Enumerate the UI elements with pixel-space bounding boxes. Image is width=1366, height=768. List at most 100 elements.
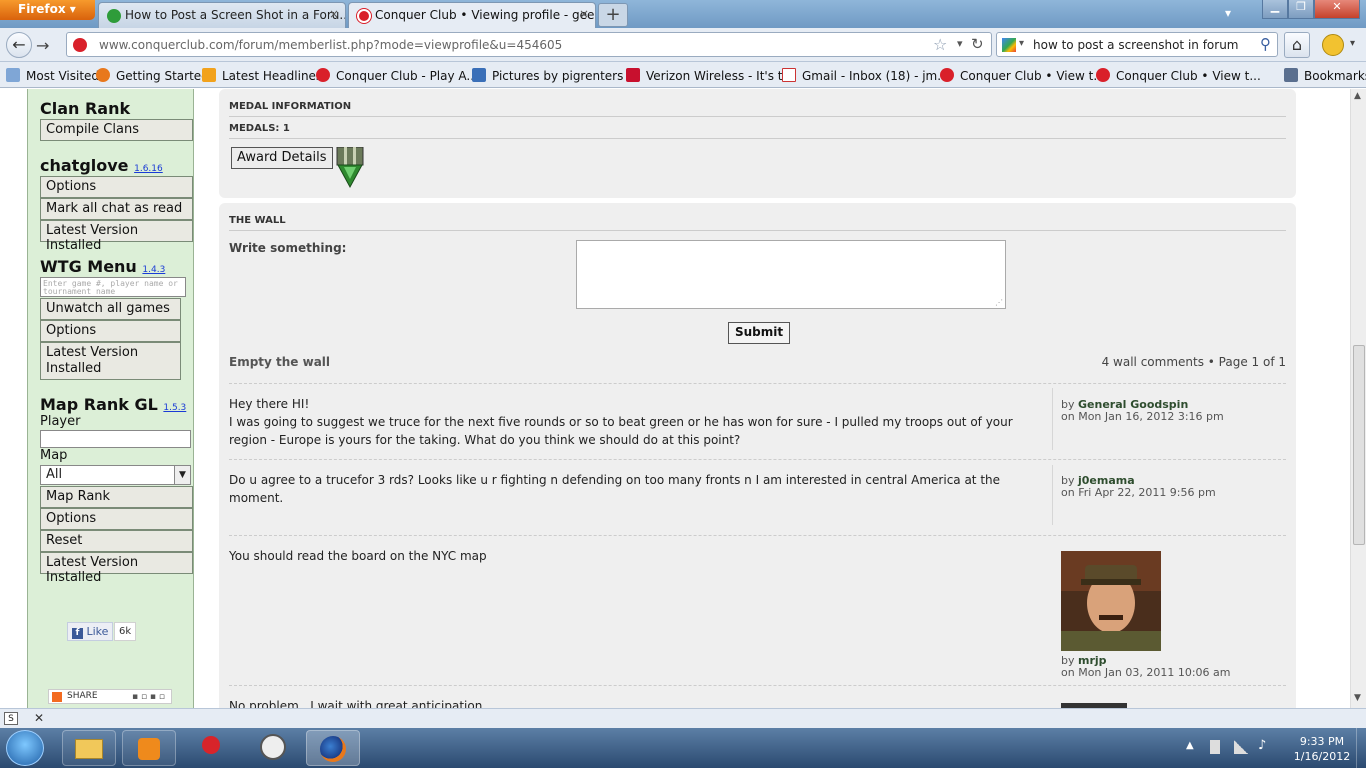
tab-close-icon[interactable]: × (329, 7, 339, 21)
start-button[interactable] (6, 730, 44, 766)
chatglove-options-button[interactable]: Options (40, 176, 193, 198)
bookmark-label: Conquer Club • View t... (960, 69, 1105, 83)
url-dropdown-icon[interactable]: ▾ (957, 37, 963, 50)
bookmark-conquer-club-view-1[interactable]: Conquer Club • View t... (940, 68, 1105, 83)
firefox-taskbar-button[interactable] (306, 730, 360, 766)
bookmark-label: Conquer Club - Play A... (336, 69, 478, 83)
unwatch-all-games-button[interactable]: Unwatch all games (40, 298, 181, 320)
map-rank-latest-version-button[interactable]: Latest Version Installed (40, 552, 193, 585)
wtg-search-input[interactable]: Enter game #, player name or tournament … (40, 277, 186, 297)
wtg-version-link[interactable]: 1.4.3 (142, 265, 165, 275)
back-button[interactable]: ← (6, 32, 32, 58)
submit-button[interactable]: Submit (728, 322, 791, 344)
site-identity-icon[interactable] (73, 38, 87, 52)
most-visited-icon (6, 68, 20, 82)
resize-grip-icon[interactable]: ⋰ (995, 298, 1003, 307)
comment-line: I was going to suggest we truce for the … (229, 415, 1013, 447)
volume-icon[interactable]: ♪ (1258, 738, 1266, 753)
bookmark-gmail[interactable]: Gmail - Inbox (18) - jm... (782, 68, 949, 83)
clock-time: 9:33 PM (1299, 735, 1345, 748)
system-clock[interactable]: 9:33 PM 1/16/2012 (1290, 734, 1354, 764)
tab-list-icon[interactable]: ▾ (1225, 6, 1231, 20)
conquer-club-icon (357, 9, 371, 23)
wtg-options-button[interactable]: Options (40, 320, 181, 342)
chatglove-latest-version-button[interactable]: Latest Version Installed (40, 220, 193, 253)
bookmark-latest-headlines[interactable]: Latest Headlines (202, 68, 322, 83)
map-rank-button[interactable]: Map Rank (40, 486, 193, 508)
chatglove-title: chatglove 1.6.16 (40, 156, 163, 175)
empty-wall-link[interactable]: Empty the wall (229, 355, 330, 369)
search-engine-dropdown-icon[interactable]: ▾ (1019, 38, 1024, 49)
new-tab-button[interactable]: + (598, 3, 628, 27)
search-icon[interactable]: ⚲ (1260, 35, 1271, 53)
bookmark-most-visited[interactable]: Most Visited (6, 68, 99, 83)
media-taskbar-button[interactable] (122, 730, 176, 766)
wall-message-textarea[interactable]: ⋰ (576, 240, 1006, 309)
bookmarks-menu[interactable]: Bookmarks (1284, 68, 1366, 83)
show-hidden-icons[interactable]: ▲ (1186, 740, 1194, 751)
award-details-button[interactable]: Award Details (231, 147, 333, 169)
share-button[interactable]: SHARE ▪ ▫ ▪ ▫ (48, 689, 172, 704)
map-rank-version-link[interactable]: 1.5.3 (163, 403, 186, 413)
chevron-down-icon[interactable]: ▼ (174, 466, 190, 484)
bookmark-label: Latest Headlines (222, 69, 323, 83)
divider (229, 685, 1286, 686)
mark-chat-read-button[interactable]: Mark all chat as read (40, 198, 193, 220)
show-desktop-button[interactable] (1356, 728, 1366, 768)
bookmark-conquer-club-view-2[interactable]: Conquer Club • View t... (1096, 68, 1261, 83)
comment-line: You should read the board on the NYC map (229, 549, 487, 563)
bookmark-conquer-club-play[interactable]: Conquer Club - Play A... (316, 68, 478, 83)
wall-comment: No problem...I wait with great anticipat… (229, 697, 1019, 708)
close-addon-bar-icon[interactable]: ✕ (34, 711, 44, 725)
pushpin-icon (202, 736, 220, 754)
player-input[interactable] (40, 430, 191, 448)
minimize-button[interactable]: ▁ (1262, 0, 1288, 19)
firefox-menu-button[interactable]: Firefox ▾ (0, 0, 95, 20)
share-services-icons: ▪ ▫ ▪ ▫ (132, 692, 165, 702)
maximize-button[interactable]: ❐ (1288, 0, 1314, 19)
reload-icon[interactable]: ↻ (971, 35, 984, 53)
network-icon[interactable] (1234, 740, 1248, 754)
explorer-taskbar-button[interactable] (62, 730, 116, 766)
addon-face-icon[interactable] (1322, 34, 1344, 56)
scroll-thumb[interactable] (1353, 345, 1365, 545)
bookmark-verizon[interactable]: Verizon Wireless - It's t... (626, 68, 794, 83)
tab-how-to-post[interactable]: How to Post a Screen Shot in a Foru... × (98, 2, 346, 28)
bookmark-star-icon[interactable]: ☆ (933, 35, 947, 54)
bookmark-pictures[interactable]: Pictures by pigrenters ... (472, 68, 639, 83)
reset-button[interactable]: Reset (40, 530, 193, 552)
search-bar[interactable]: ▾ how to post a screenshot in forum ⚲ (996, 32, 1278, 57)
scroll-down-arrow-icon[interactable]: ▼ (1354, 693, 1361, 703)
facebook-like-button[interactable]: f Like (67, 622, 114, 641)
compile-clans-button[interactable]: Compile Clans (40, 119, 193, 141)
bookmark-label: Verizon Wireless - It's t... (646, 69, 794, 83)
clock-app-taskbar-button[interactable] (246, 730, 300, 766)
search-input[interactable]: how to post a screenshot in forum (1033, 38, 1239, 52)
tab-conquer-club-profile[interactable]: Conquer Club • Viewing profile - gee... … (348, 2, 596, 28)
comment-date: on Mon Jan 16, 2012 3:16 pm (1061, 410, 1224, 423)
bookmark-getting-started[interactable]: Getting Started (96, 68, 209, 83)
comment-line: No problem...I wait with great anticipat… (229, 699, 483, 708)
user-avatar[interactable] (1061, 551, 1161, 651)
clan-rank-title: Clan Rank (40, 99, 131, 118)
url-text[interactable]: www.conquerclub.com/forum/memberlist.php… (99, 38, 562, 52)
close-window-button[interactable]: ✕ (1314, 0, 1360, 19)
page-scrollbar[interactable]: ▲ ▼ (1350, 89, 1366, 708)
divider (229, 138, 1286, 139)
action-center-icon[interactable] (1210, 740, 1220, 754)
wtg-latest-version-button[interactable]: Latest Version Installed (40, 342, 181, 380)
addon-dropdown-icon[interactable]: ▾ (1350, 38, 1355, 49)
pushpin-taskbar-button[interactable] (184, 730, 238, 766)
home-button[interactable]: ⌂ (1284, 32, 1310, 58)
forward-button[interactable]: → (36, 36, 49, 55)
medal-icon[interactable] (336, 147, 364, 189)
firefox-button-label: Firefox (18, 2, 66, 16)
addon-status-icon[interactable]: S (4, 712, 18, 725)
tab-close-icon[interactable]: × (579, 7, 589, 21)
url-bar[interactable]: www.conquerclub.com/forum/memberlist.php… (66, 32, 992, 57)
google-icon[interactable] (1002, 38, 1016, 52)
map-select[interactable]: All ▼ (40, 465, 191, 485)
map-rank-options-button[interactable]: Options (40, 508, 193, 530)
scroll-up-arrow-icon[interactable]: ▲ (1354, 91, 1361, 101)
chatglove-version-link[interactable]: 1.6.16 (134, 164, 163, 174)
